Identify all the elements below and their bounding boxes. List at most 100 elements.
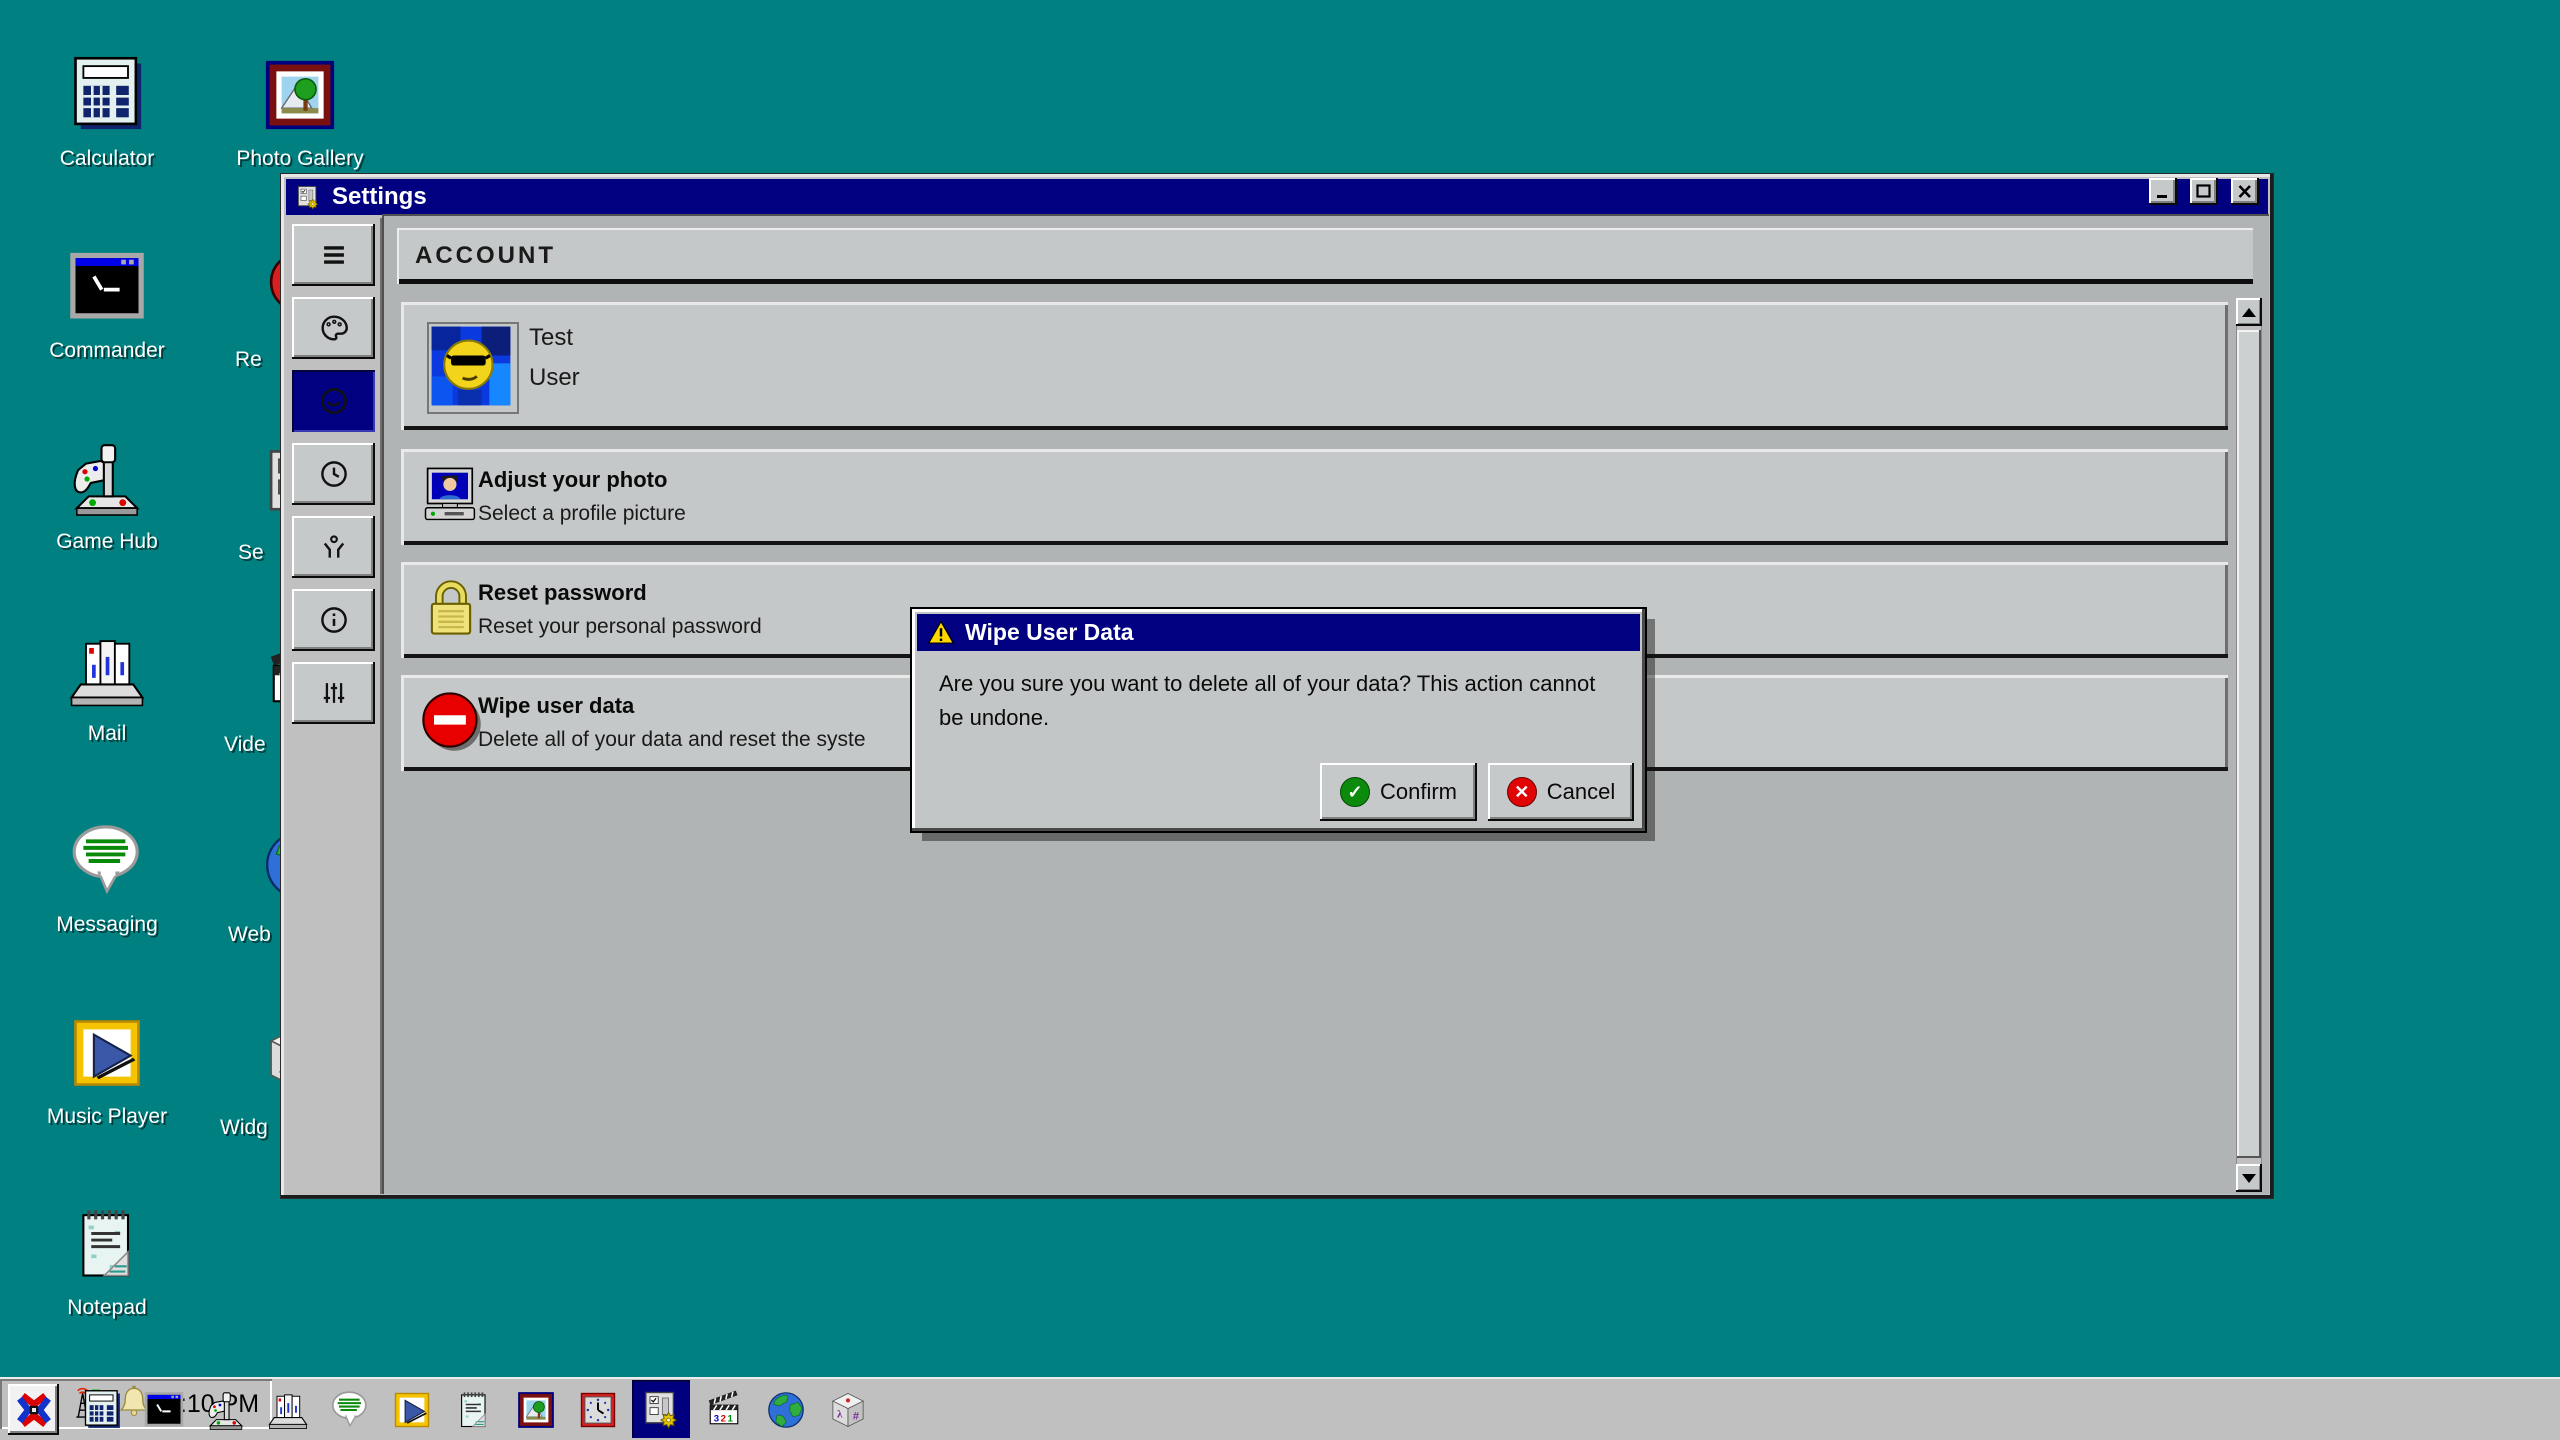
desktop-icon-label: Mail [22,722,192,746]
desktop-icon-messaging[interactable]: Messaging [22,819,192,937]
taskbar-web-browser-button[interactable] [764,1388,808,1432]
desktop-icon-commander[interactable]: Commander [22,245,192,363]
start-button[interactable] [8,1384,59,1435]
desktop-icon-label: Widg [220,1116,268,1140]
desktop-icon-calculator[interactable]: Calculator [22,53,192,171]
recorder-icon [258,248,281,332]
taskbar-commander-button[interactable] [142,1388,186,1432]
check-circle-icon: ✓ [1340,777,1370,807]
dialog-title: Wipe User Data [965,619,1134,646]
settings-app-icon [639,1387,683,1431]
row-title: Wipe user data [478,693,634,719]
scroll-up-button[interactable] [2236,298,2262,326]
photo-gallery-icon [258,53,342,137]
calculator-icon [65,53,149,137]
sidebar-account-button[interactable] [292,370,375,432]
confirm-button[interactable]: ✓ Confirm [1320,763,1477,821]
taskbar-video-editor-button[interactable] [702,1388,746,1432]
palette-icon [317,311,351,345]
section-header: ACCOUNT [397,228,2253,284]
window-title: Settings [332,183,427,211]
start-logo-icon [14,1390,54,1430]
monitor-user-icon [417,461,485,529]
calculator-icon [80,1388,124,1432]
row-subtitle: Select a profile picture [478,502,686,526]
desktop-icon-label: Se [238,541,264,565]
desktop-icon-label: Calculator [22,147,192,171]
taskbar-notepad-button[interactable] [452,1388,496,1432]
sidebar-datetime-button[interactable] [292,443,375,505]
taskbar-widgets-button[interactable] [826,1388,870,1432]
triangle-down-icon [2242,1174,2256,1183]
smiley-account-icon [317,384,351,418]
video-editor-icon [702,1388,746,1432]
desktop-icon-widgets-clipped[interactable] [258,1016,281,1100]
desktop-icon-video-clipped[interactable] [258,633,281,717]
close-button[interactable] [2231,178,2259,205]
sliders-icon [317,676,351,710]
profile-card[interactable]: Test User [401,302,2228,430]
scrollbar-thumb[interactable] [2237,330,2261,1158]
section-header-label: ACCOUNT [415,242,556,270]
taskbar-mail-button[interactable] [266,1388,310,1432]
content-scrollbar[interactable] [2236,298,2262,1192]
info-icon [317,603,351,637]
taskbar: 8:10 PM [0,1377,2560,1440]
settings-app-icon [258,441,281,525]
taskbar-messaging-button[interactable] [328,1388,372,1432]
padlock-icon [417,574,485,642]
taskbar-music-player-button[interactable] [390,1388,434,1432]
desktop-icon-label: Notepad [22,1296,192,1320]
desktop-icon-label: Web [228,923,271,947]
maximize-button[interactable] [2190,178,2218,205]
avatar [427,322,519,414]
desktop-icon-game-hub[interactable]: Game Hub [22,436,192,554]
desktop-icon-mail[interactable]: Mail [22,628,192,746]
cancel-button[interactable]: ✕ Cancel [1488,763,1634,821]
taskbar-clock-button[interactable] [576,1388,620,1432]
joystick-icon [204,1388,248,1432]
row-title: Reset password [478,580,647,606]
terminal-icon [65,245,149,329]
terminal-icon [142,1388,186,1432]
desktop-icon-label: Music Player [22,1105,192,1129]
sidebar-connectivity-button[interactable] [292,516,375,578]
dialog-message: Are you sure you want to delete all of y… [939,667,1615,735]
settings-window-icon [294,183,322,211]
play-icon [65,1011,149,1095]
sidebar-about-button[interactable] [292,589,375,651]
taskbar-settings-button-active[interactable] [632,1380,690,1438]
taskbar-calculator-button[interactable] [80,1388,124,1432]
desktop-icon-settings-clipped[interactable] [258,441,281,525]
desktop-icon-recorder-clipped[interactable] [258,248,281,332]
desktop-icon-label: Vide [224,733,266,757]
dialog-titlebar[interactable]: Wipe User Data [917,614,1640,651]
desktop-icon-photo-gallery[interactable]: Photo Gallery [215,53,385,171]
web-browser-icon [258,823,281,907]
settings-window-titlebar[interactable]: Settings [286,179,2268,215]
cancel-button-label: Cancel [1547,779,1615,805]
sidebar-appearance-button[interactable] [292,297,375,359]
video-editor-icon [258,633,281,717]
desktop-icon-label: Messaging [22,913,192,937]
web-browser-icon [764,1388,808,1432]
desktop-icon-label: Photo Gallery [215,147,385,171]
notepad-icon [452,1388,496,1432]
clock-app-icon [576,1388,620,1432]
desktop-icon-music-player[interactable]: Music Player [22,1011,192,1129]
desktop-icon-web-clipped[interactable] [258,823,281,907]
speech-bubble-icon [328,1388,372,1432]
no-entry-icon [417,687,485,755]
triangle-up-icon [2242,308,2256,317]
minimize-button[interactable] [2149,178,2177,205]
desktop: { "colors": { "desktop_teal": "#008080",… [0,0,2560,1440]
taskbar-game-hub-button[interactable] [204,1388,248,1432]
taskbar-photo-gallery-button[interactable] [514,1388,558,1432]
desktop-icon-notepad[interactable]: Notepad [22,1202,192,1320]
scroll-down-button[interactable] [2236,1164,2262,1192]
sidebar-advanced-button[interactable] [292,662,375,724]
desktop-icon-label: Commander [22,339,192,363]
sidebar-menu-button[interactable] [292,224,375,286]
desktop-icon-label: Game Hub [22,530,192,554]
adjust-photo-row[interactable]: Adjust your photo Select a profile pictu… [401,449,2228,545]
